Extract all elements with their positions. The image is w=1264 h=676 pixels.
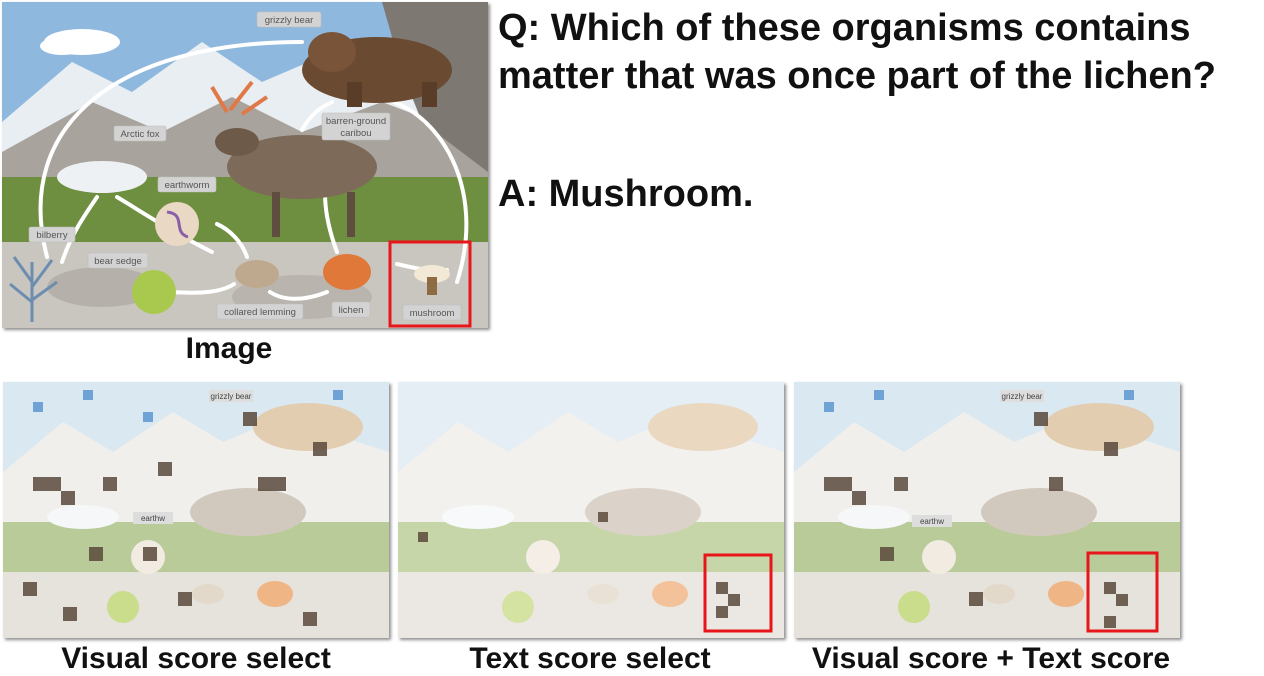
panel-caption-visual: Visual score select <box>61 642 331 675</box>
svg-text:earthworm: earthworm <box>165 180 210 191</box>
svg-text:lichen: lichen <box>339 305 364 316</box>
answer-text: A: Mushroom. <box>498 173 754 215</box>
thumb-label-grizzly: grizzly bear <box>211 392 252 401</box>
lichen-organism <box>323 254 371 290</box>
image-caption: Image <box>185 332 273 365</box>
svg-text:collared lemming: collared lemming <box>224 307 296 318</box>
collared-lemming <box>235 260 279 288</box>
thumb-label-grizzly: grizzly bear <box>1002 392 1043 401</box>
panel-caption-combined: Visual score + Text score <box>811 642 1171 675</box>
arctic-fox <box>57 161 147 193</box>
earthworm <box>155 202 199 246</box>
label-collared-lemming: collared lemming <box>216 303 304 320</box>
label-lichen: lichen <box>331 301 371 318</box>
svg-text:barren-ground: barren-ground <box>326 116 386 127</box>
text-score-thumbnail <box>398 382 784 638</box>
svg-text:Arctic fox: Arctic fox <box>120 129 159 140</box>
visual-score-thumbnail: grizzly bear earthw <box>3 382 389 638</box>
label-bear-sedge: bear sedge <box>87 252 149 269</box>
label-mushroom: mushroom <box>402 304 462 321</box>
svg-text:bilberry: bilberry <box>36 230 67 241</box>
svg-text:bear sedge: bear sedge <box>94 256 142 267</box>
label-bilberry: bilberry <box>28 226 76 243</box>
svg-text:caribou: caribou <box>340 128 371 139</box>
visual-score-panel: grizzly bear earthw <box>3 382 389 638</box>
panel-caption-text: Text score select <box>469 642 711 675</box>
svg-text:mushroom: mushroom <box>410 308 455 319</box>
thumb-label-earthworm: earthw <box>141 514 165 523</box>
food-web-illustration: grizzly bear Arctic fox barren-ground ca… <box>2 2 488 328</box>
text-score-panel <box>398 382 784 638</box>
label-earthworm: earthworm <box>157 176 217 193</box>
question-text: Q: Which of these organisms contains mat… <box>498 7 1216 97</box>
combined-score-panel: grizzly bear earthw <box>794 382 1180 638</box>
label-caribou: barren-ground caribou <box>321 112 391 141</box>
label-grizzly-bear: grizzly bear <box>256 11 322 28</box>
label-arctic-fox: Arctic fox <box>113 125 167 142</box>
food-web-image: grizzly bear Arctic fox barren-ground ca… <box>2 2 488 328</box>
svg-text:grizzly bear: grizzly bear <box>265 15 314 26</box>
combined-score-thumbnail: grizzly bear earthw <box>794 382 1180 638</box>
bear-sedge-plant <box>132 270 176 314</box>
thumb-label-earthworm: earthw <box>920 517 944 526</box>
cloud <box>40 37 84 55</box>
